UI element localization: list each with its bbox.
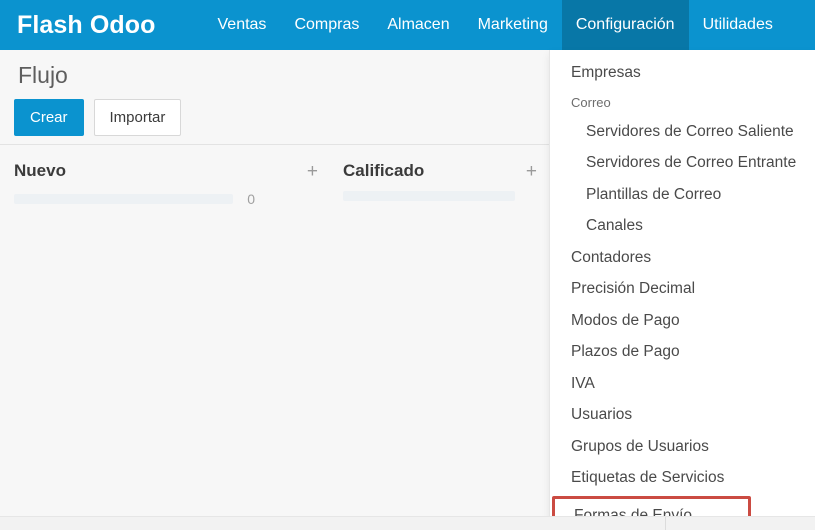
main-content: Flujo Crear Importar Nuevo + 0 Calificad [0, 50, 549, 530]
menu-item-plantillas-de-correo[interactable]: Plantillas de Correo [550, 179, 815, 211]
import-button[interactable]: Importar [93, 99, 182, 136]
menu-item-plazos-de-pago[interactable]: Plazos de Pago [550, 336, 815, 368]
kanban-progress-row: 0 [14, 191, 318, 207]
control-panel-buttons: Crear Importar [14, 99, 549, 136]
main-menu: Ventas Compras Almacen Marketing Configu… [204, 0, 787, 50]
kanban-column-nuevo[interactable]: Nuevo + 0 [0, 145, 330, 207]
bottom-status-strip [0, 516, 815, 530]
nav-item-ventas[interactable]: Ventas [204, 0, 281, 50]
menu-item-servidores-correo-saliente[interactable]: Servidores de Correo Saliente [550, 116, 815, 148]
breadcrumb: Flujo [18, 62, 68, 88]
create-button[interactable]: Crear [14, 99, 84, 136]
plus-icon[interactable]: + [293, 162, 318, 181]
menu-item-contadores[interactable]: Contadores [550, 242, 815, 274]
nav-item-configuracion[interactable]: Configuración [561, 0, 689, 50]
menu-item-canales[interactable]: Canales [550, 210, 815, 242]
kanban-column-calificado[interactable]: Calificado + [330, 145, 549, 201]
kanban-column-header: Nuevo + [14, 161, 318, 181]
kanban-record-count: 0 [247, 191, 255, 207]
kanban-progress-bar[interactable] [343, 191, 515, 201]
nav-item-marketing[interactable]: Marketing [464, 0, 562, 50]
nav-item-compras[interactable]: Compras [280, 0, 373, 50]
menu-item-modos-de-pago[interactable]: Modos de Pago [550, 305, 815, 337]
menu-item-servidores-correo-entrante[interactable]: Servidores de Correo Entrante [550, 147, 815, 179]
menu-item-precision-decimal[interactable]: Precisión Decimal [550, 273, 815, 305]
configuracion-dropdown-menu: Empresas Correo Servidores de Correo Sal… [549, 50, 815, 520]
nav-item-utilidades[interactable]: Utilidades [689, 0, 787, 50]
menu-item-empresas[interactable]: Empresas [550, 57, 815, 89]
bottom-strip-divider [665, 517, 666, 530]
nav-item-almacen[interactable]: Almacen [373, 0, 463, 50]
kanban-column-title: Nuevo [14, 161, 66, 180]
kanban-progress-bar[interactable] [14, 194, 233, 204]
menu-section-correo: Correo [571, 94, 611, 110]
menu-item-etiquetas-de-servicios[interactable]: Etiquetas de Servicios [550, 462, 815, 494]
kanban-column-header: Calificado + [343, 161, 537, 181]
menu-item-grupos-de-usuarios[interactable]: Grupos de Usuarios [550, 431, 815, 463]
app-brand-logo[interactable]: Flash Odoo [0, 0, 172, 50]
app-window: Flash Odoo Ventas Compras Almacen Market… [0, 0, 815, 530]
kanban-board: Nuevo + 0 Calificado + [0, 145, 549, 207]
kanban-column-title: Calificado [343, 161, 425, 180]
control-panel: Flujo Crear Importar [0, 50, 549, 145]
menu-item-iva[interactable]: IVA [550, 368, 815, 400]
kanban-progress-row [343, 191, 537, 201]
menu-item-usuarios[interactable]: Usuarios [550, 399, 815, 431]
top-navbar: Flash Odoo Ventas Compras Almacen Market… [0, 0, 815, 50]
plus-icon[interactable]: + [512, 162, 537, 181]
